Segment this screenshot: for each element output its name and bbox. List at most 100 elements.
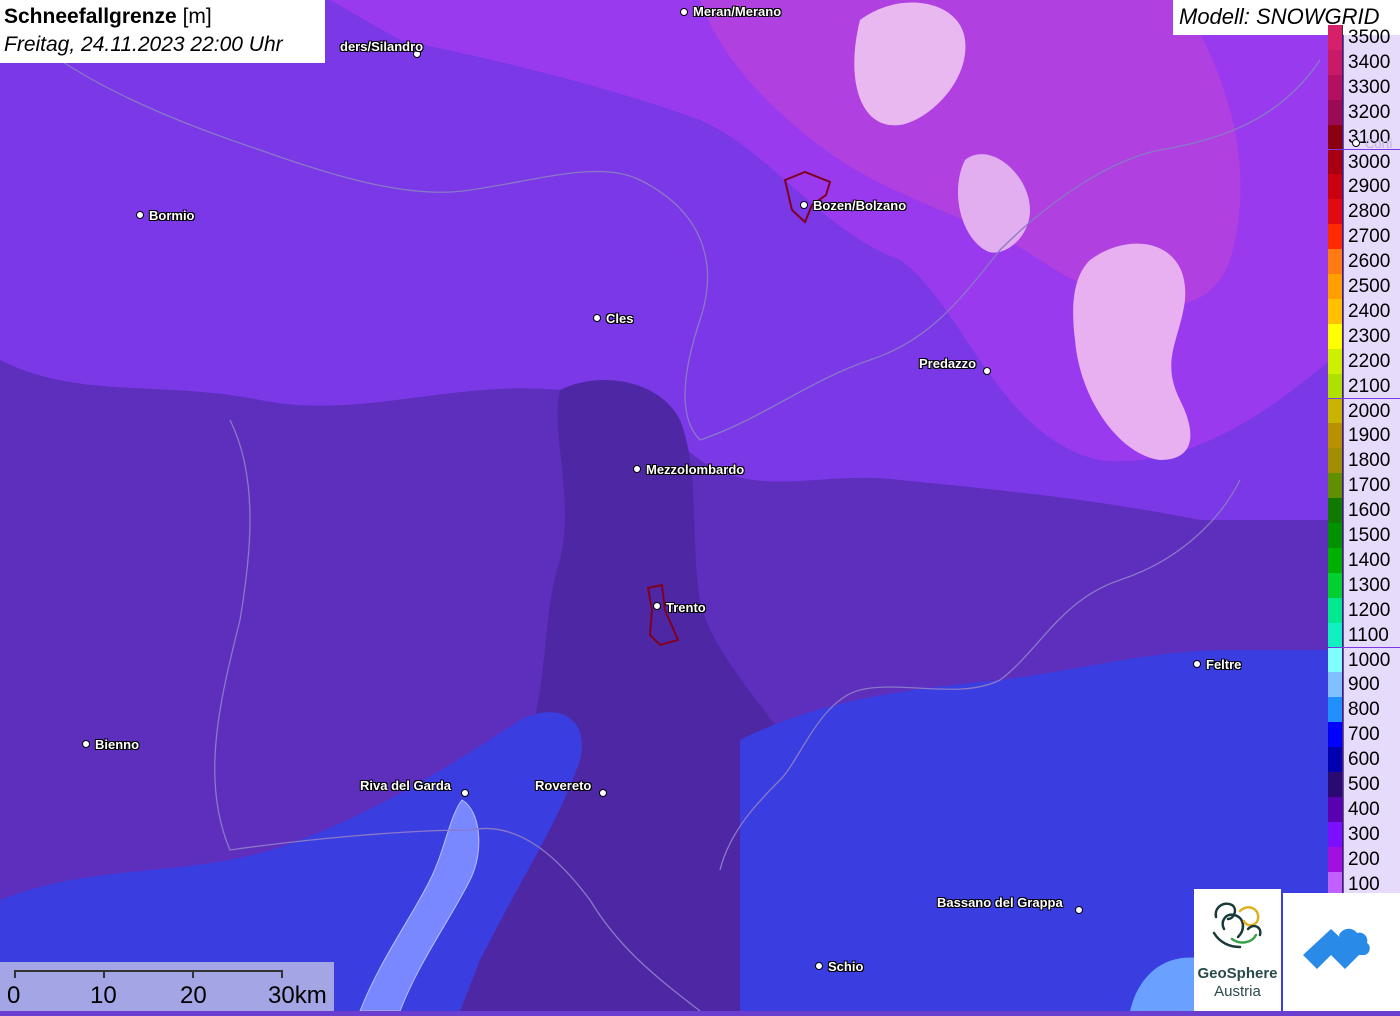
legend-swatch xyxy=(1328,249,1343,274)
legend-label: 600 xyxy=(1344,747,1400,772)
city-label[interactable]: Rovereto xyxy=(535,778,591,793)
legend-row: 1600 xyxy=(1328,498,1400,523)
city-label[interactable]: Bassano del Grappa xyxy=(937,895,1063,910)
legend-label: 1800 xyxy=(1344,448,1400,474)
map-title-unit: [m] xyxy=(182,5,212,28)
map-title: Schneefallgrenze [m] xyxy=(4,3,321,31)
city-dot[interactable] xyxy=(82,740,90,748)
city-label[interactable]: Predazzo xyxy=(919,356,976,371)
city-dot[interactable] xyxy=(1193,660,1201,668)
legend-row: 1200 xyxy=(1328,597,1400,623)
city-dot[interactable] xyxy=(1352,139,1360,147)
legend-swatch xyxy=(1328,523,1343,548)
legend-label: 3300 xyxy=(1344,74,1400,100)
city-dot[interactable] xyxy=(593,314,601,322)
legend-row: 2400 xyxy=(1328,298,1400,324)
legend-swatch xyxy=(1328,647,1343,673)
legend-row: 900 xyxy=(1328,672,1400,698)
legend-row: 2900 xyxy=(1328,174,1400,200)
map-date: Freitag, 24.11.2023 22:00 Uhr xyxy=(4,33,283,56)
legend-row: 3400 xyxy=(1328,49,1400,75)
geosphere-emblem-icon xyxy=(1212,902,1262,949)
city-label[interactable]: ders/Silandro xyxy=(340,39,423,54)
legend-label: 2000 xyxy=(1344,398,1400,424)
legend-label: 2800 xyxy=(1344,199,1400,225)
legend-row: 2700 xyxy=(1328,224,1400,250)
city-label[interactable]: Bormio xyxy=(149,208,195,223)
city-dot[interactable] xyxy=(983,367,991,375)
city-label[interactable]: Riva del Garda xyxy=(360,778,451,793)
legend-swatch xyxy=(1328,622,1343,648)
legend-label: 1200 xyxy=(1344,597,1400,623)
city-label[interactable]: Schio xyxy=(828,959,863,974)
scale-label-30km: 30km xyxy=(268,982,327,1009)
map-title-main: Schneefallgrenze xyxy=(4,5,177,28)
city-label[interactable]: Cles xyxy=(606,311,633,326)
legend-swatch xyxy=(1328,373,1343,399)
legend-row: 2500 xyxy=(1328,274,1400,299)
legend-row: 2300 xyxy=(1328,323,1400,349)
legend-row: 1700 xyxy=(1328,473,1400,499)
legend-label: 3500 xyxy=(1344,25,1400,50)
city-dot[interactable] xyxy=(815,962,823,970)
city-dot[interactable] xyxy=(136,211,144,219)
legend-swatch xyxy=(1328,398,1343,424)
legend-swatch xyxy=(1328,25,1343,50)
city-dot[interactable] xyxy=(599,789,607,797)
legend-row: 3000 xyxy=(1328,149,1400,175)
legend-label: 1900 xyxy=(1344,423,1400,449)
legend-row: 2600 xyxy=(1328,249,1400,274)
legend-swatch xyxy=(1328,747,1343,772)
city-label[interactable]: Feltre xyxy=(1206,657,1241,672)
city-dot[interactable] xyxy=(680,8,688,16)
legend-label: 200 xyxy=(1344,846,1400,872)
legend-swatch xyxy=(1328,149,1343,175)
city-dot[interactable] xyxy=(653,602,661,610)
legend-swatch xyxy=(1328,697,1343,723)
legend-label: 1600 xyxy=(1344,498,1400,523)
legend-label: 800 xyxy=(1344,697,1400,723)
legend-label: 2300 xyxy=(1344,323,1400,349)
legend-swatch xyxy=(1328,124,1343,150)
legend-row: 1400 xyxy=(1328,547,1400,573)
legend-swatch xyxy=(1328,49,1343,75)
city-label[interactable]: Mezzolombardo xyxy=(646,462,744,477)
legend-swatch xyxy=(1328,498,1343,523)
legend-swatch xyxy=(1328,99,1343,125)
city-dot[interactable] xyxy=(800,201,808,209)
legend-label: 2600 xyxy=(1344,249,1400,274)
legend-label: 700 xyxy=(1344,722,1400,748)
legend-row: 1500 xyxy=(1328,523,1400,548)
legend-label: 2200 xyxy=(1344,348,1400,374)
city-label[interactable]: Trento xyxy=(666,600,706,615)
legend-label: 1500 xyxy=(1344,523,1400,548)
city-label[interactable]: Bozen/Bolzano xyxy=(813,198,906,213)
map-title-box: Schneefallgrenze [m] Freitag, 24.11.2023… xyxy=(0,0,325,63)
legend-swatch xyxy=(1328,199,1343,225)
city-dot[interactable] xyxy=(633,465,641,473)
legend-row: 1800 xyxy=(1328,448,1400,474)
legend-swatch xyxy=(1328,572,1343,598)
legend-row: 200 xyxy=(1328,846,1400,872)
legend-swatch xyxy=(1328,821,1343,847)
city-dot[interactable] xyxy=(1075,906,1083,914)
cloud-arrow-icon xyxy=(1303,928,1370,969)
legend-row: 2800 xyxy=(1328,199,1400,225)
city-label[interactable]: Bienno xyxy=(95,737,139,752)
legend-label: 1000 xyxy=(1344,647,1400,673)
geosphere-logo[interactable]: GeoSphere Austria xyxy=(1194,889,1281,1011)
city-label[interactable]: Meran/Merano xyxy=(693,4,781,19)
city-label[interactable]: Corti xyxy=(1365,136,1392,151)
legend-row: 2000 xyxy=(1328,398,1400,424)
legend-swatch xyxy=(1328,174,1343,200)
legend-swatch xyxy=(1328,323,1343,349)
legend-label: 1400 xyxy=(1344,547,1400,573)
app-logo[interactable] xyxy=(1283,893,1400,1011)
legend-swatch xyxy=(1328,74,1343,100)
legend-row: 2100 xyxy=(1328,373,1400,399)
scale-label-10: 10 xyxy=(90,982,117,1009)
geosphere-country: Austria xyxy=(1214,983,1261,1000)
snow-line-map[interactable] xyxy=(0,0,1400,1011)
legend-swatch xyxy=(1328,796,1343,822)
city-dot[interactable] xyxy=(461,789,469,797)
